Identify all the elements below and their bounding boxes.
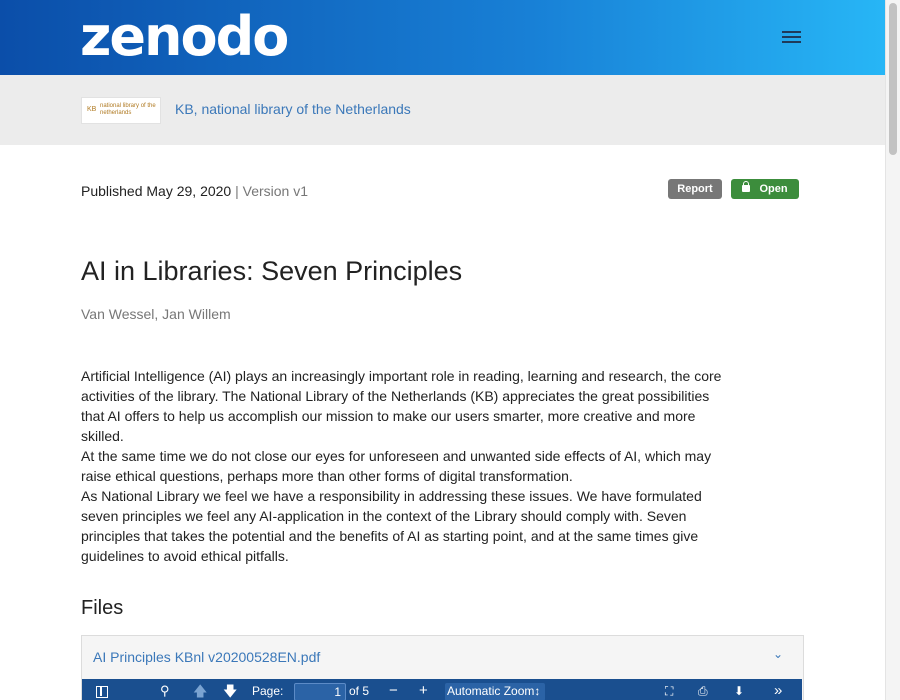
community-banner: KB national library of the netherlands: [0, 75, 885, 145]
version-label: Version v1: [242, 183, 309, 199]
scrollbar-thumb[interactable]: [889, 3, 897, 155]
site-header: zenodo: [0, 0, 885, 75]
zenodo-logo[interactable]: zenodo: [80, 2, 289, 72]
search-icon[interactable]: ⚲: [160, 683, 170, 699]
more-tools-icon[interactable]: »: [774, 683, 782, 699]
page-label: Page:: [252, 684, 284, 698]
open-label: Open: [759, 183, 788, 195]
community-logo-text: national library of the netherlands: [100, 103, 156, 116]
sidebar-toggle-icon[interactable]: [96, 686, 108, 698]
zoom-in-button[interactable]: +: [419, 683, 428, 699]
open-access-badge: Open: [731, 179, 799, 199]
record-title: AI in Libraries: Seven Principles: [81, 256, 463, 286]
report-label: Report: [677, 183, 713, 195]
abstract-paragraph-1: Artificial Intelligence (AI) plays an in…: [81, 368, 722, 444]
pdf-toolbar: ⚲ 🡅 🡇 Page: 1 of 5 − + Automatic Zoom↕ ⛶…: [82, 679, 802, 700]
zoom-value: Automatic Zoom: [447, 684, 535, 698]
print-icon[interactable]: ⎙: [698, 683, 708, 699]
abstract-paragraph-3: As National Library we feel we have a re…: [81, 488, 702, 564]
published-info: Published May 29, 2020 | Version v1: [81, 183, 308, 199]
file-link[interactable]: AI Principles KBnl v20200528EN.pdf: [93, 649, 320, 665]
community-logo[interactable]: KB national library of the netherlands: [81, 97, 161, 124]
next-page-icon[interactable]: 🡇: [223, 683, 237, 699]
previous-page-icon[interactable]: 🡅: [193, 683, 207, 699]
page-total: of 5: [349, 684, 370, 698]
unlock-icon: [742, 181, 751, 192]
separator: |: [235, 183, 239, 199]
page-scrollbar[interactable]: [885, 0, 900, 700]
zoom-out-button[interactable]: −: [389, 683, 398, 699]
report-button[interactable]: Report: [668, 179, 722, 199]
record-authors[interactable]: Van Wessel, Jan Willem: [81, 306, 231, 322]
chevron-down-icon[interactable]: ⌄: [773, 647, 783, 661]
zoom-select[interactable]: Automatic Zoom↕: [445, 683, 545, 700]
published-date: Published May 29, 2020: [81, 183, 232, 199]
page-number-input[interactable]: 1: [294, 683, 346, 700]
fullscreen-icon[interactable]: ⛶: [665, 683, 673, 699]
download-icon[interactable]: ⬇: [734, 683, 744, 699]
abstract-paragraph-2: At the same time we do not close our eye…: [81, 448, 712, 484]
community-logo-badge: KB: [87, 106, 97, 113]
community-link[interactable]: KB, national library of the Netherlands: [175, 101, 411, 117]
files-heading: Files: [81, 597, 124, 619]
hamburger-menu-icon[interactable]: [778, 26, 806, 48]
record-abstract: Artificial Intelligence (AI) plays an in…: [81, 366, 731, 566]
